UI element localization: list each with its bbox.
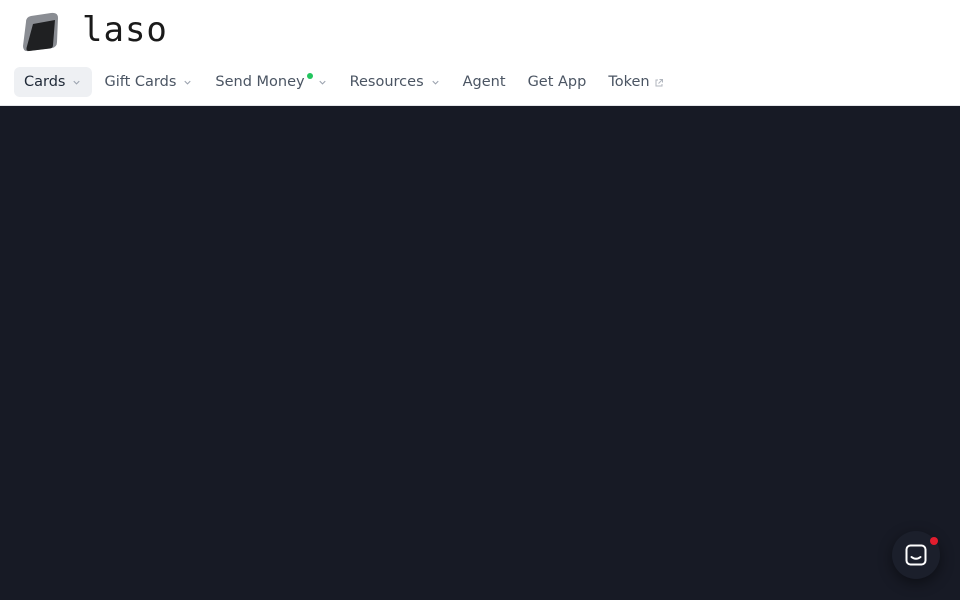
external-link-icon <box>655 79 663 87</box>
site-header: laso Cards Gift Cards Send Money Resourc… <box>0 0 960 106</box>
nav-item-get-app[interactable]: Get App <box>518 67 597 97</box>
nav-item-token[interactable]: Token <box>598 67 673 97</box>
nav-item-agent[interactable]: Agent <box>453 67 516 97</box>
nav-item-label: Get App <box>527 74 587 90</box>
nav-item-label: Gift Cards <box>104 74 177 90</box>
chat-icon <box>905 544 927 566</box>
nav-item-label: Agent <box>462 74 506 90</box>
nav-item-resources[interactable]: Resources <box>340 67 451 97</box>
nav-item-gift-cards[interactable]: Gift Cards <box>94 67 203 97</box>
nav-item-text: Send Money <box>215 74 305 90</box>
nav-item-label: Send Money <box>215 73 313 90</box>
chevron-down-icon <box>184 80 192 85</box>
main-nav: Cards Gift Cards Send Money Resources Ag… <box>14 67 676 97</box>
nav-item-send-money[interactable]: Send Money <box>205 67 337 97</box>
chevron-down-icon <box>73 80 81 85</box>
nav-item-label: Resources <box>349 74 424 90</box>
laso-logo-icon <box>23 12 58 52</box>
brand-link[interactable]: laso <box>20 10 168 54</box>
nav-item-cards[interactable]: Cards <box>14 67 93 97</box>
notification-badge <box>930 537 938 545</box>
nav-item-label: Cards <box>24 74 66 90</box>
chat-launcher-button[interactable] <box>892 531 940 579</box>
new-indicator-dot <box>306 73 313 79</box>
brand-name: laso <box>82 10 168 50</box>
nav-item-label: Token <box>608 74 650 90</box>
chevron-down-icon <box>318 80 326 85</box>
chevron-down-icon <box>432 80 439 85</box>
